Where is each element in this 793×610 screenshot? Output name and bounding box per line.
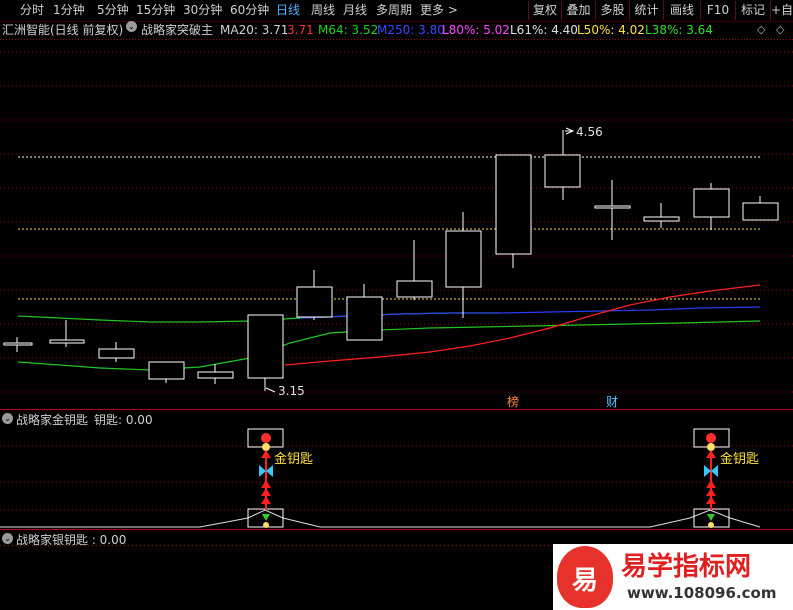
candle bbox=[643, 216, 680, 222]
gold-coin-icon bbox=[262, 443, 270, 451]
ma-green-line bbox=[17, 320, 761, 371]
cai-badge[interactable]: 财 bbox=[605, 395, 619, 409]
site-watermark: 易 易学指标网 www.108096.com bbox=[553, 544, 793, 610]
logo-glyph: 易 bbox=[571, 566, 598, 596]
candle bbox=[445, 230, 482, 288]
red-dot-icon bbox=[261, 433, 271, 443]
candle bbox=[197, 371, 234, 379]
candle bbox=[742, 202, 779, 221]
key-indicator-line bbox=[0, 509, 761, 528]
main-grid bbox=[0, 51, 793, 393]
panel2-value: 钥匙: 0.00 bbox=[94, 413, 153, 427]
low-price-label: 3.15 bbox=[278, 384, 305, 398]
site-url: www.108096.com bbox=[627, 584, 777, 602]
gold-key-label-left: 金钥匙 bbox=[274, 452, 314, 467]
candle bbox=[247, 314, 284, 379]
candle bbox=[296, 286, 333, 318]
candle bbox=[396, 280, 433, 298]
candle bbox=[544, 154, 581, 188]
kline-chart[interactable] bbox=[0, 0, 793, 610]
panel3-toggle-icon[interactable]: ⌄ bbox=[2, 531, 13, 545]
gold-key-label-right: 金钥匙 bbox=[720, 452, 760, 467]
candle bbox=[346, 296, 383, 341]
candle bbox=[49, 339, 85, 344]
gold-key-marker-right bbox=[693, 428, 730, 528]
site-name: 易学指标网 bbox=[621, 552, 752, 582]
high-price-label: 4.56 bbox=[576, 125, 603, 139]
panel3-title[interactable]: 战略家银钥匙 : 0.00 bbox=[16, 531, 126, 548]
green-arrow-icon bbox=[262, 514, 270, 521]
flame-logo-icon: 易 bbox=[557, 546, 613, 608]
candle bbox=[495, 154, 532, 255]
panel2-toggle-icon[interactable]: ⌄ bbox=[2, 411, 13, 425]
panel2-grid bbox=[0, 445, 793, 511]
gold-key-marker-left bbox=[247, 428, 284, 528]
candle bbox=[3, 342, 33, 346]
candle bbox=[594, 205, 631, 209]
candle bbox=[148, 361, 185, 380]
red-arrow-icon bbox=[261, 450, 271, 458]
low-pointer bbox=[265, 387, 276, 393]
bang-badge[interactable]: 榜 bbox=[506, 395, 520, 409]
panel2-title[interactable]: 战略家金钥匙 bbox=[16, 411, 88, 428]
candle bbox=[693, 188, 730, 218]
candle bbox=[98, 348, 135, 359]
candles bbox=[3, 130, 779, 391]
